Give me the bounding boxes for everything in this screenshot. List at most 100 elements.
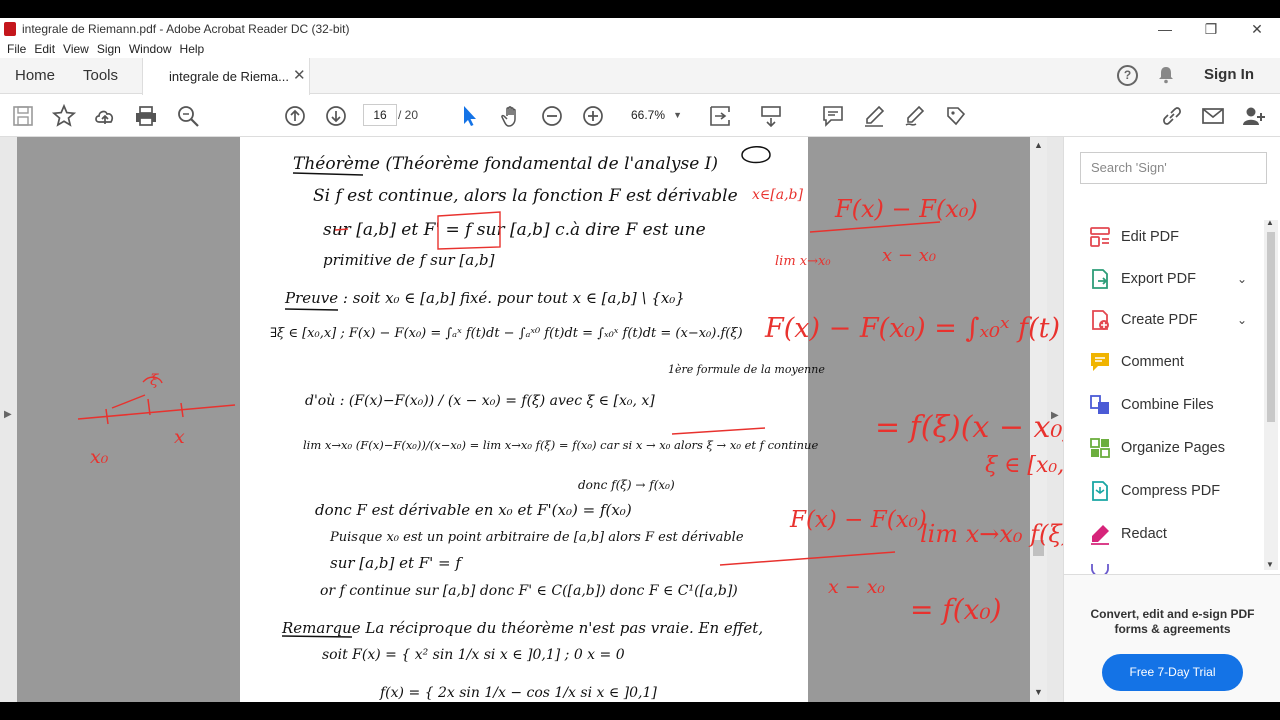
- promo-box: Convert, edit and e-sign PDF forms & agr…: [1064, 574, 1280, 702]
- restore-button[interactable]: ❐: [1188, 18, 1234, 40]
- compress-pdf-icon: [1092, 481, 1108, 501]
- annot-right-3: F(x) − F(x₀) = ∫ₓ₀ˣ f(t) dt: [764, 313, 1063, 344]
- doc-line: sur [a,b] et F' = f: [330, 554, 463, 572]
- zoom-out-icon[interactable]: [540, 104, 564, 128]
- free-trial-button[interactable]: Free 7-Day Trial: [1102, 654, 1243, 691]
- tools-pane-scrollbar[interactable]: ▲ ▼: [1264, 218, 1278, 570]
- export-pdf-icon: [1092, 269, 1108, 289]
- highlight-pen-icon[interactable]: [862, 104, 886, 128]
- tab-tools[interactable]: Tools: [83, 67, 118, 84]
- zoom-level-value: 66.7%: [631, 108, 666, 122]
- comment-icon[interactable]: [821, 104, 845, 128]
- comment-tool-icon: [1091, 353, 1109, 371]
- menu-help[interactable]: Help: [180, 42, 205, 56]
- tool-redact[interactable]: Redact: [1089, 521, 1167, 547]
- doc-line: soit F(x) = { x² sin 1/x si x ∈ ]0,1] ; …: [322, 647, 625, 663]
- chevron-down-icon[interactable]: ⌄: [1237, 272, 1247, 286]
- notification-bell-icon[interactable]: [1157, 66, 1175, 84]
- hand-tool-icon[interactable]: [499, 104, 523, 128]
- doc-line: donc F est dérivable en x₀ et F'(x₀) = f…: [315, 501, 632, 519]
- doc-line: 1ère formule de la moyenne: [668, 363, 825, 376]
- annot-right-6: F(x) − F(x₀): [789, 507, 927, 533]
- scroll-mode-icon[interactable]: [759, 104, 783, 128]
- doc-line: Théorème (Théorème fondamental de l'anal…: [293, 154, 718, 174]
- find-zoom-icon[interactable]: [176, 104, 200, 128]
- fill-sign-icon[interactable]: [944, 104, 968, 128]
- scroll-down-icon[interactable]: ▼: [1266, 560, 1274, 569]
- bookmark-star-icon[interactable]: [52, 104, 76, 128]
- tab-document[interactable]: integrale de Riema... ✕: [142, 58, 310, 95]
- edit-pdf-icon: [1090, 227, 1110, 247]
- menu-window[interactable]: Window: [129, 42, 172, 56]
- create-pdf-icon: [1092, 310, 1109, 330]
- title-bar: integrale de Riemann.pdf - Adobe Acrobat…: [0, 18, 1280, 40]
- acrobat-app-icon: [4, 22, 16, 36]
- sign-in-button[interactable]: Sign In: [1204, 66, 1254, 83]
- tool-create-pdf[interactable]: Create PDF ⌄: [1089, 307, 1247, 333]
- promo-text: Convert, edit and e-sign PDF forms & agr…: [1090, 607, 1255, 636]
- doc-line: f(x) = { 2x sin 1/x − cos 1/x si x ∈ ]0,…: [379, 685, 657, 701]
- doc-line: Preuve : soit x₀ ∈ [a,b] fixé. pour tout…: [284, 289, 685, 307]
- doc-line: Remarque La réciproque du théorème n'est…: [281, 619, 763, 637]
- handwriting-layer: Théorème (Théorème fondamental de l'anal…: [77, 146, 1063, 701]
- annot-right-4: = f(ξ)(x − x₀): [875, 410, 1063, 445]
- doc-line: lim x→x₀ (F(x)−F(x₀))/(x−x₀) = lim x→x₀ …: [303, 438, 818, 452]
- close-tab-icon[interactable]: ✕: [293, 66, 306, 84]
- acrobat-window: integrale de Riemann.pdf - Adobe Acrobat…: [0, 18, 1280, 702]
- tool-compress-pdf[interactable]: Compress PDF: [1089, 478, 1220, 504]
- email-icon[interactable]: [1201, 104, 1225, 128]
- tool-comment[interactable]: Comment: [1089, 349, 1184, 375]
- doc-line: Si f est continue, alors la fonction F e…: [313, 186, 738, 206]
- combine-files-icon: [1090, 395, 1109, 414]
- tab-bar: Home Tools integrale de Riema... ✕ ? Sig…: [0, 58, 1280, 95]
- menu-bar: File Edit View Sign Window Help: [0, 40, 1280, 58]
- tool-organize-pages[interactable]: Organize Pages: [1089, 435, 1225, 461]
- menu-sign[interactable]: Sign: [97, 42, 121, 56]
- annot-right-9: = f(x₀): [910, 593, 1002, 626]
- tool-combine-files[interactable]: Combine Files: [1089, 392, 1214, 418]
- tool-label: Combine Files: [1121, 397, 1214, 413]
- scroll-up-icon[interactable]: ▲: [1266, 218, 1274, 227]
- minimize-button[interactable]: —: [1142, 18, 1188, 40]
- menu-view[interactable]: View: [63, 42, 89, 56]
- tool-export-pdf[interactable]: Export PDF ⌄: [1089, 266, 1247, 292]
- next-page-icon[interactable]: [324, 104, 348, 128]
- menu-file[interactable]: File: [7, 42, 26, 56]
- save-icon[interactable]: [11, 104, 35, 128]
- help-icon[interactable]: ?: [1117, 65, 1138, 86]
- zoom-level-dropdown[interactable]: 66.7% ▼: [622, 104, 688, 126]
- annot-xi: ξ: [150, 371, 159, 389]
- tool-edit-pdf[interactable]: Edit PDF: [1089, 224, 1179, 250]
- fit-page-icon[interactable]: [708, 104, 732, 128]
- add-user-icon[interactable]: [1242, 104, 1266, 128]
- share-link-icon[interactable]: [1160, 104, 1184, 128]
- annot-x: x: [174, 426, 185, 448]
- annot-right-7: x − x₀: [828, 576, 885, 598]
- previous-page-icon[interactable]: [283, 104, 307, 128]
- zoom-in-icon[interactable]: [581, 104, 605, 128]
- close-window-button[interactable]: ✕: [1234, 18, 1280, 40]
- annot-x0: x₀: [90, 446, 109, 468]
- tools-scrollbar-thumb[interactable]: [1267, 232, 1275, 422]
- tool-label: Export PDF: [1121, 271, 1196, 287]
- annot-right-1: F(x) − F(x₀): [834, 195, 978, 223]
- protect-icon: [1091, 564, 1109, 574]
- doc-line: ∃ξ ∈ [x₀,x] ; F(x) − F(x₀) = ∫ₐˣ f(t)dt …: [270, 326, 743, 341]
- menu-edit[interactable]: Edit: [34, 42, 55, 56]
- annot-right-top: x∈[a,b]: [752, 187, 803, 203]
- tool-label: Compress PDF: [1121, 483, 1221, 499]
- annot-right-lim: lim x→x₀: [775, 254, 831, 269]
- tab-home[interactable]: Home: [15, 67, 55, 84]
- print-icon[interactable]: [134, 104, 158, 128]
- tools-search-input[interactable]: Search 'Sign': [1080, 152, 1267, 184]
- chevron-down-icon[interactable]: ⌄: [1237, 313, 1247, 327]
- page-number-input[interactable]: 16: [363, 104, 397, 126]
- doc-line: Puisque x₀ est un point arbitraire de [a…: [329, 530, 744, 545]
- upload-cloud-icon[interactable]: [93, 104, 117, 128]
- tool-label: Organize Pages: [1121, 440, 1225, 456]
- select-cursor-icon[interactable]: [458, 104, 482, 128]
- tool-label: Comment: [1121, 354, 1184, 370]
- draw-freehand-icon[interactable]: [903, 104, 927, 128]
- tool-partial[interactable]: [1089, 564, 1121, 574]
- doc-line: donc f(ξ) → f(x₀): [578, 478, 675, 492]
